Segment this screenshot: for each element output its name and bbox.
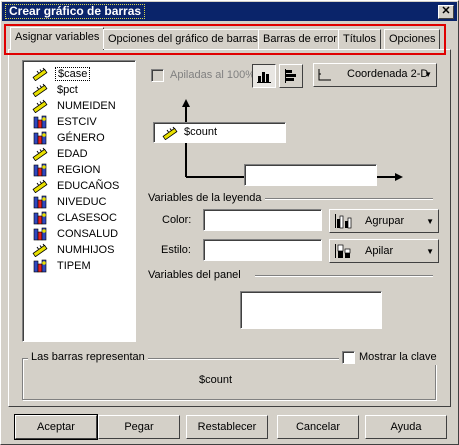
dialog-window: Crear gráfico de barras ✕ Asignar variab… xyxy=(0,0,459,445)
scale-icon xyxy=(32,147,48,161)
legend-divider xyxy=(265,198,433,200)
variable-name: REGION xyxy=(57,164,101,176)
variable-name: GÉNERO xyxy=(57,132,105,144)
clustered-bars-icon xyxy=(335,214,352,229)
chevron-down-icon: ▼ xyxy=(426,247,434,256)
tabs-highlight-box xyxy=(4,24,446,55)
reset-button[interactable]: Restablecer xyxy=(186,415,268,439)
cancel-button[interactable]: Cancelar xyxy=(277,415,359,439)
stack-select-value: Apilar xyxy=(365,245,394,257)
nominal-icon xyxy=(33,195,47,209)
window-title: Crear gráfico de barras xyxy=(5,4,146,19)
nominal-icon xyxy=(33,227,47,241)
scale-icon xyxy=(32,99,48,113)
style-label: Estilo: xyxy=(161,244,191,256)
variable-name: $case xyxy=(55,67,91,81)
bars-represent-value: $count xyxy=(199,374,233,386)
nominal-icon xyxy=(33,211,47,225)
variable-name: EDUCAÑOS xyxy=(57,180,120,192)
scale-icon xyxy=(32,179,48,193)
color-label: Color: xyxy=(162,214,192,226)
scale-icon xyxy=(32,67,48,81)
variable-name: CLASESOC xyxy=(57,212,117,224)
vertical-bars-icon xyxy=(257,72,271,83)
group-select[interactable]: Agrupar ▼ xyxy=(329,209,439,233)
stacked-label: Apiladas al 100% xyxy=(170,69,256,81)
stacked-bars-icon xyxy=(335,244,351,258)
stacked-checkbox[interactable] xyxy=(151,69,164,82)
color-field[interactable] xyxy=(203,209,322,231)
show-key-control[interactable]: Mostrar la clave xyxy=(339,351,437,365)
scale-icon xyxy=(32,243,48,257)
panel-field[interactable] xyxy=(240,291,382,329)
show-key-checkbox[interactable] xyxy=(342,351,355,364)
group-select-value: Agrupar xyxy=(365,215,405,227)
variable-name: NIVEDUC xyxy=(57,196,107,208)
variable-name: NUMHIJOS xyxy=(57,244,115,256)
variable-name: EDAD xyxy=(57,148,88,160)
vertical-bars-button[interactable] xyxy=(252,64,276,88)
legend-variables-heading: Variables de la leyenda xyxy=(148,192,262,204)
coordinate-select-value: Coordenada 2-D xyxy=(347,68,429,80)
paste-button[interactable]: Pegar xyxy=(98,415,180,439)
accept-button[interactable]: Aceptar xyxy=(14,414,98,440)
nominal-icon xyxy=(33,163,47,177)
nominal-icon xyxy=(33,131,47,145)
horizontal-bars-button[interactable] xyxy=(279,64,303,88)
axes-2d-icon xyxy=(318,69,331,81)
chevron-down-icon: ▼ xyxy=(426,217,434,226)
panel-variables-heading: Variables del panel xyxy=(148,269,241,281)
y-axis-variable: $count xyxy=(184,126,218,138)
y-axis-field[interactable]: $count xyxy=(153,122,286,143)
chevron-down-icon: ▼ xyxy=(424,70,432,79)
horizontal-bars-icon xyxy=(285,69,296,83)
nominal-icon xyxy=(33,259,47,273)
variable-name: NUMEIDEN xyxy=(57,100,116,112)
variable-name: CONSALUD xyxy=(57,228,119,240)
style-field[interactable] xyxy=(203,239,322,261)
panel-divider xyxy=(255,275,433,277)
x-axis-field[interactable] xyxy=(244,164,377,186)
nominal-icon xyxy=(33,115,47,129)
bars-represent-heading: Las barras representan xyxy=(28,351,148,363)
coordinate-select[interactable]: Coordenada 2-D ▼ xyxy=(313,63,437,87)
help-button[interactable]: Ayuda xyxy=(365,415,447,439)
scale-icon xyxy=(32,83,48,97)
close-button[interactable]: ✕ xyxy=(438,5,454,19)
variable-name: ESTCIV xyxy=(57,116,97,128)
variable-name: TIPEM xyxy=(57,260,91,272)
scale-icon xyxy=(162,126,178,140)
variable-name: $pct xyxy=(57,84,78,96)
show-key-label: Mostrar la clave xyxy=(359,351,437,363)
stack-select[interactable]: Apilar ▼ xyxy=(329,239,439,263)
title-bar[interactable]: Crear gráfico de barras ✕ xyxy=(2,2,457,21)
